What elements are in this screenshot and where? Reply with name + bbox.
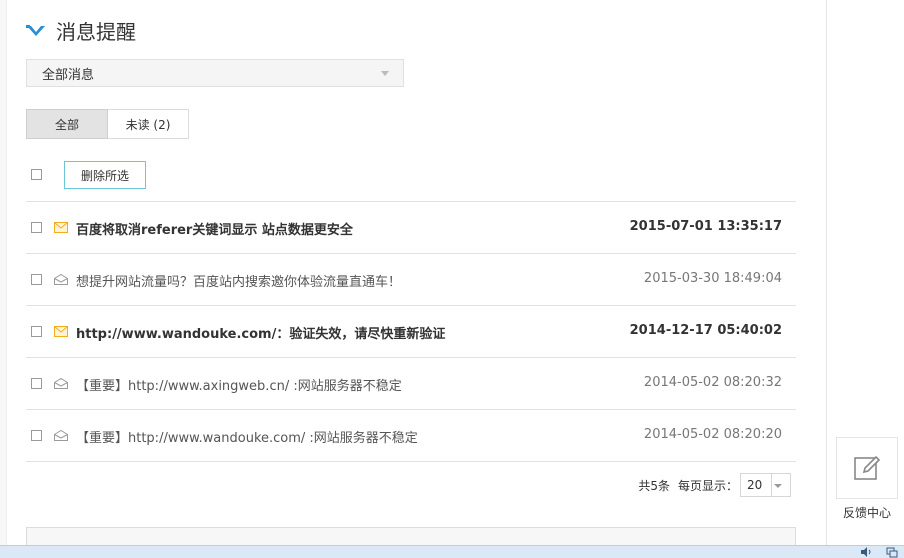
mail-read-icon: [54, 378, 68, 389]
row-checkbox[interactable]: [31, 378, 42, 389]
message-subject[interactable]: http://www.wandouke.com/：验证失效，请尽快重新验证: [76, 323, 445, 342]
message-date: 2014-12-17 05:40:02: [629, 323, 782, 338]
mail-read-icon: [54, 430, 68, 441]
per-page-label: 每页显示：: [677, 478, 738, 493]
row-checkbox[interactable]: [31, 326, 42, 337]
page-title: 消息提醒: [56, 19, 136, 44]
page-header: 消息提醒: [26, 16, 136, 44]
total-count: 共5条: [638, 478, 670, 493]
filter-tabs: 全部 未读 (2): [26, 109, 189, 139]
message-date: 2014-05-02 08:20:32: [643, 375, 782, 390]
speaker-icon[interactable]: [860, 546, 872, 558]
taskbar: [0, 545, 904, 558]
message-row[interactable]: 百度将取消referer关键词显示 站点数据更安全 2015-07-01 13:…: [26, 202, 796, 254]
message-subject[interactable]: 想提升网站流量吗？百度站内搜索邀你体验流量直通车！: [76, 271, 401, 290]
message-subject[interactable]: 【重要】http://www.wandouke.com/ :网站服务器不稳定: [76, 427, 418, 446]
mail-read-icon: [54, 274, 68, 285]
message-row[interactable]: http://www.wandouke.com/：验证失效，请尽快重新验证 20…: [26, 306, 796, 358]
mail-unread-icon: [54, 326, 68, 337]
pagination: 共5条 每页显示： 20: [638, 473, 791, 497]
message-row[interactable]: 想提升网站流量吗？百度站内搜索邀你体验流量直通车！ 2015-03-30 18:…: [26, 254, 796, 306]
feedback-button[interactable]: [836, 437, 898, 499]
chevron-down-icon: [774, 484, 782, 488]
content-divider: [826, 0, 827, 545]
network-icon[interactable]: [886, 546, 898, 558]
delete-button-label: 删除所选: [80, 168, 129, 183]
row-checkbox[interactable]: [31, 430, 42, 441]
message-date: 2014-05-02 08:20:20: [643, 427, 782, 442]
left-sidebar-edge: [0, 0, 7, 545]
delete-selected-button[interactable]: 删除所选: [64, 161, 146, 189]
chevron-down-icon: [381, 71, 389, 76]
message-list: 百度将取消referer关键词显示 站点数据更安全 2015-07-01 13:…: [26, 201, 796, 462]
chevron-logo-icon: [26, 25, 45, 36]
per-page-select[interactable]: 20: [740, 473, 791, 497]
message-subject[interactable]: 【重要】http://www.axingweb.cn/ :网站服务器不稳定: [76, 375, 402, 394]
message-row[interactable]: 【重要】http://www.axingweb.cn/ :网站服务器不稳定 20…: [26, 358, 796, 410]
tab-label: 未读 (2): [125, 117, 171, 132]
row-checkbox[interactable]: [31, 222, 42, 233]
tab-unread[interactable]: 未读 (2): [108, 109, 189, 139]
message-type-dropdown[interactable]: 全部消息: [26, 59, 404, 87]
row-checkbox[interactable]: [31, 274, 42, 285]
per-page-value: 20: [741, 474, 772, 496]
message-row[interactable]: 【重要】http://www.wandouke.com/ :网站服务器不稳定 2…: [26, 410, 796, 462]
tab-all[interactable]: 全部: [26, 109, 108, 139]
edit-icon: [854, 455, 881, 480]
message-subject[interactable]: 百度将取消referer关键词显示 站点数据更安全: [76, 219, 353, 238]
select-all-checkbox[interactable]: [31, 169, 42, 180]
system-tray: [860, 546, 904, 558]
dropdown-selected-value: 全部消息: [42, 67, 95, 83]
message-date: 2015-03-30 18:49:04: [643, 271, 782, 286]
tab-label: 全部: [54, 117, 79, 132]
list-toolbar: 删除所选: [26, 161, 796, 189]
mail-unread-icon: [54, 222, 68, 233]
message-date: 2015-07-01 13:35:17: [629, 219, 782, 234]
feedback-label: 反馈中心: [842, 506, 891, 520]
